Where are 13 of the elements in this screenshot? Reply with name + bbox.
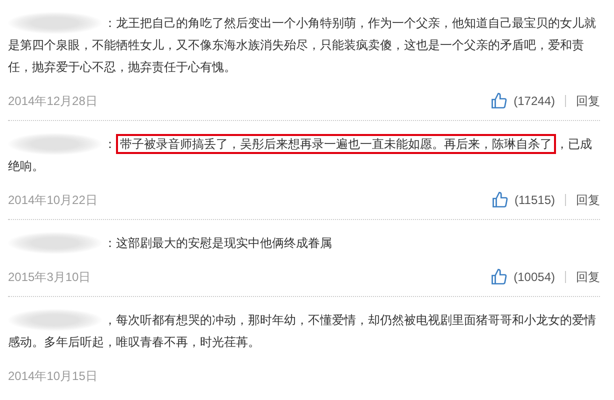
comment-date: 2014年12月28日 xyxy=(8,93,98,110)
reply-link[interactable]: 回复 xyxy=(576,191,600,209)
comment-date: 2015年3月10日 xyxy=(8,269,91,286)
thumbs-up-icon xyxy=(490,191,509,209)
like-button[interactable]: (17244) xyxy=(490,92,555,110)
like-button[interactable]: (10054) xyxy=(490,268,555,286)
comment-date: 2014年10月15日 xyxy=(8,368,98,385)
thumbs-up-icon xyxy=(490,268,508,286)
reply-link[interactable]: 回复 xyxy=(576,92,600,110)
reply-link[interactable]: 回复 xyxy=(576,268,600,286)
thumbs-up-icon xyxy=(490,92,508,110)
like-button[interactable]: (11515) xyxy=(490,191,555,209)
comment-date: 2014年10月22日 xyxy=(8,192,98,209)
